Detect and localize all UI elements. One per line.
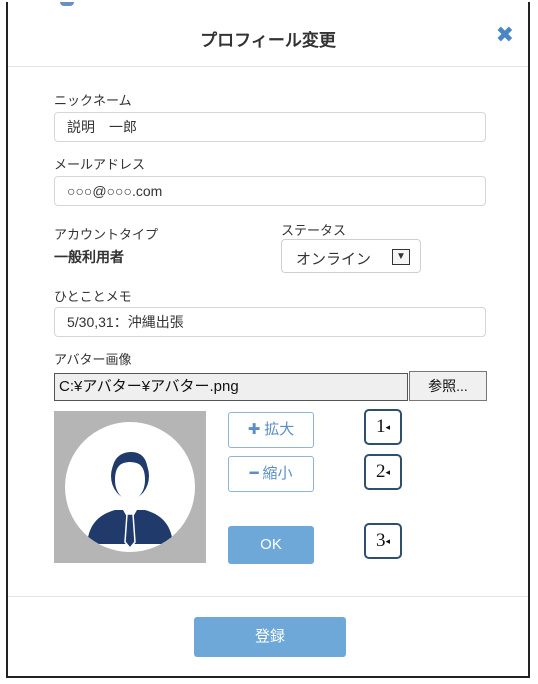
zoom-in-button[interactable]: ✚ 拡大	[228, 412, 314, 448]
callout-1-number: 1	[376, 416, 386, 437]
callout-2-number: 2	[376, 461, 386, 482]
ok-button[interactable]: OK	[228, 526, 314, 564]
browse-button[interactable]: 参照...	[409, 371, 487, 401]
avatar-label: アバター画像	[54, 352, 132, 367]
account-type-label: アカウントタイプ	[54, 227, 159, 242]
register-button[interactable]: 登録	[194, 617, 346, 657]
status-select[interactable]: オンライン ▼	[281, 239, 421, 273]
account-type-value: 一般利用者	[54, 249, 124, 265]
avatar-preview	[54, 411, 206, 563]
close-icon[interactable]: ✖	[496, 24, 514, 46]
status-selected-value: オンライン	[296, 251, 372, 268]
email-field[interactable]: ○○○@○○○.com	[54, 176, 486, 206]
nickname-label: ニックネーム	[54, 93, 132, 108]
status-label: ステータス	[281, 223, 347, 238]
person-icon	[87, 452, 173, 550]
zoom-out-label: 縮小	[262, 465, 293, 482]
callout-3: 3◂	[364, 523, 402, 559]
minus-icon: ━	[249, 465, 259, 482]
zoom-in-label: 拡大	[264, 421, 295, 438]
memo-label: ひとことメモ	[54, 289, 132, 304]
chevron-down-icon[interactable]: ▼	[392, 249, 410, 265]
avatar-image	[65, 422, 195, 552]
profile-dialog: プロフィール変更 ✖ ニックネーム 説明 一郎 メールアドレス ○○○@○○○.…	[6, 2, 530, 678]
dialog-header: プロフィール変更 ✖	[8, 2, 528, 67]
callout-1: 1◂	[364, 409, 402, 445]
zoom-out-button[interactable]: ━ 縮小	[228, 456, 314, 492]
plus-icon: ✚	[247, 421, 261, 438]
memo-field[interactable]: 5/30,31：沖縄出張	[54, 307, 486, 337]
dialog-title: プロフィール変更	[200, 31, 336, 50]
avatar-file-path-field[interactable]: C:¥アバター¥アバター.png	[54, 373, 408, 401]
nickname-field[interactable]: 説明 一郎	[54, 112, 486, 142]
callout-3-number: 3	[376, 530, 386, 551]
email-label: メールアドレス	[54, 157, 146, 172]
callout-2: 2◂	[364, 454, 402, 490]
footer-divider	[8, 596, 528, 597]
